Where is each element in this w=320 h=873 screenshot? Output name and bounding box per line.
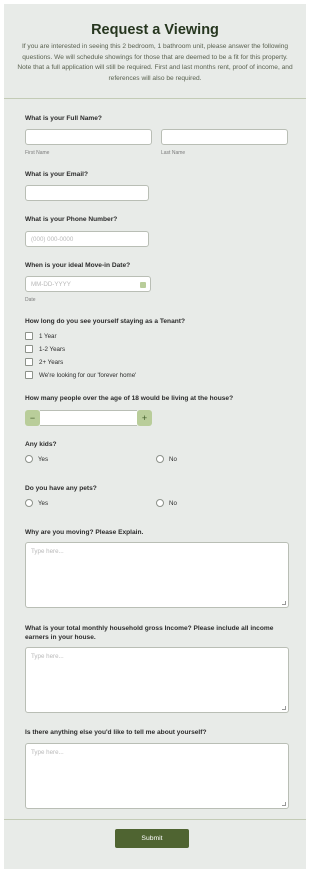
email-input[interactable] xyxy=(25,185,149,201)
form-card: Request a Viewing If you are interested … xyxy=(4,4,306,869)
tenancy-option-2-plus-years[interactable]: 2+ Years xyxy=(25,358,63,366)
checkbox[interactable] xyxy=(25,358,33,366)
option-label: No xyxy=(169,455,177,463)
resize-handle-icon[interactable] xyxy=(282,802,286,806)
option-label: 1-2 Years xyxy=(39,345,66,353)
checkbox[interactable] xyxy=(25,371,33,379)
option-label: 2+ Years xyxy=(39,358,64,366)
increment-button[interactable]: + xyxy=(137,410,152,426)
adults-count-input[interactable] xyxy=(40,410,137,426)
radio-button[interactable] xyxy=(25,455,33,463)
tenancy-question: How long do you see yourself staying as … xyxy=(25,318,185,325)
decrement-button[interactable]: − xyxy=(25,410,40,426)
submit-button[interactable]: Submit xyxy=(115,829,189,848)
radio-button[interactable] xyxy=(156,455,164,463)
tenancy-option-1-year[interactable]: 1 Year xyxy=(25,332,57,340)
resize-handle-icon[interactable] xyxy=(282,706,286,710)
phone-placeholder: (000) 000-0000 xyxy=(31,235,74,243)
tenancy-option-forever-home[interactable]: We're looking for our 'forever home' xyxy=(25,371,136,379)
footer-divider xyxy=(4,819,306,820)
last-name-input[interactable] xyxy=(161,129,288,145)
radio-button[interactable] xyxy=(156,499,164,507)
option-label: 1 Year xyxy=(39,332,57,340)
moving-question: Why are you moving? Please Explain. xyxy=(25,529,144,536)
first-name-label: First Name xyxy=(25,150,50,156)
textarea-placeholder: Type here... xyxy=(31,653,64,660)
pets-yes-option[interactable]: Yes xyxy=(25,499,48,507)
about-textarea[interactable]: Type here... xyxy=(25,743,289,809)
checkbox[interactable] xyxy=(25,332,33,340)
option-label: Yes xyxy=(38,499,49,507)
about-question: Is there anything else you'd like to tel… xyxy=(25,729,207,736)
option-label: Yes xyxy=(38,455,49,463)
option-label: We're looking for our 'forever home' xyxy=(39,371,137,379)
move-in-question: When is your ideal Move-in Date? xyxy=(25,262,131,269)
form-header: Request a Viewing If you are interested … xyxy=(4,4,306,84)
textarea-placeholder: Type here... xyxy=(31,548,64,555)
adults-stepper[interactable]: − + xyxy=(25,410,152,426)
header-divider xyxy=(4,98,306,99)
email-question: What is your Email? xyxy=(25,171,89,178)
full-name-question: What is your Full Name? xyxy=(25,115,102,122)
first-name-input[interactable] xyxy=(25,129,152,145)
radio-button[interactable] xyxy=(25,499,33,507)
adults-question: How many people over the age of 18 would… xyxy=(25,395,234,402)
move-in-date-input[interactable]: MM-DD-YYYY xyxy=(25,276,151,292)
income-textarea[interactable]: Type here... xyxy=(25,647,289,713)
calendar-icon[interactable] xyxy=(140,282,146,288)
pets-no-option[interactable]: No xyxy=(156,499,177,507)
moving-textarea[interactable]: Type here... xyxy=(25,542,289,608)
textarea-placeholder: Type here... xyxy=(31,749,64,756)
date-placeholder: MM-DD-YYYY xyxy=(31,280,71,288)
kids-question: Any kids? xyxy=(25,441,57,448)
income-question: What is your total monthly household gro… xyxy=(25,625,274,641)
phone-input[interactable]: (000) 000-0000 xyxy=(25,231,149,247)
tenancy-option-1-2-years[interactable]: 1-2 Years xyxy=(25,345,65,353)
last-name-label: Last Name xyxy=(161,150,186,156)
option-label: No xyxy=(169,499,177,507)
pets-question: Do you have any pets? xyxy=(25,485,97,492)
kids-yes-option[interactable]: Yes xyxy=(25,455,48,463)
phone-question: What is your Phone Number? xyxy=(25,216,118,223)
resize-handle-icon[interactable] xyxy=(282,601,286,605)
date-sublabel: Date xyxy=(25,297,36,303)
form-description: If you are interested in seeing this 2 b… xyxy=(17,43,293,82)
kids-no-option[interactable]: No xyxy=(156,455,177,463)
checkbox[interactable] xyxy=(25,345,33,353)
form-title: Request a Viewing xyxy=(91,22,219,38)
